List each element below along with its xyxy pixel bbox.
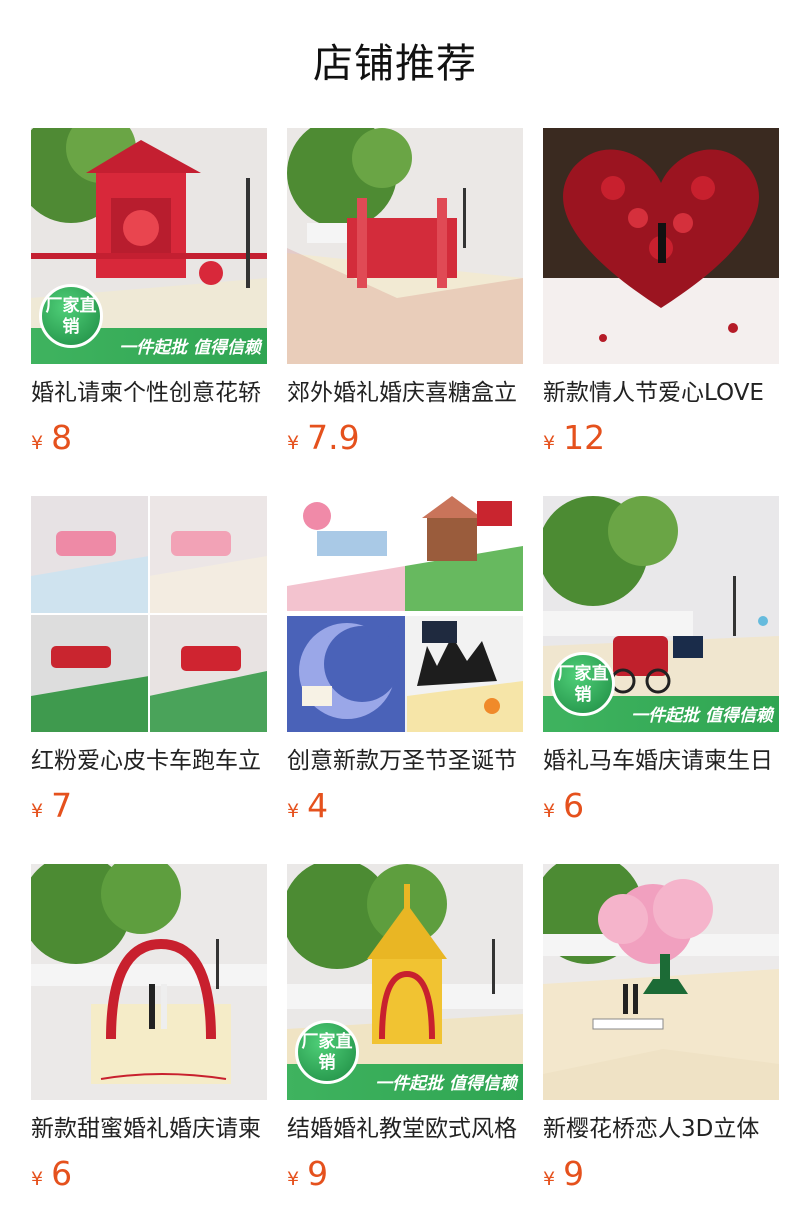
- product-image[interactable]: [543, 128, 779, 364]
- page-title: 店铺推荐: [313, 41, 477, 87]
- price-value: 6: [51, 1154, 73, 1193]
- product-name[interactable]: 新款情人节爱心LOVE: [543, 376, 779, 410]
- price-value: 9: [307, 1154, 329, 1193]
- product-price: ¥7.9: [287, 418, 360, 458]
- price-value: 12: [563, 418, 606, 457]
- product-image[interactable]: [31, 496, 267, 732]
- price-value: 6: [563, 786, 585, 825]
- price-value: 4: [307, 786, 329, 825]
- currency-symbol: ¥: [31, 800, 44, 822]
- promo-banner-text: 一件起批 值得信赖: [375, 1074, 517, 1094]
- product-name[interactable]: 新樱花桥恋人3D立体: [543, 1112, 779, 1146]
- product-image[interactable]: 一件起批 值得信赖 厂家直销: [543, 496, 779, 732]
- currency-symbol: ¥: [31, 432, 44, 454]
- factory-direct-badge: 厂家直销: [295, 1020, 359, 1084]
- currency-symbol: ¥: [543, 432, 556, 454]
- product-price: ¥9: [543, 1154, 584, 1194]
- promo-banner-text: 一件起批 值得信赖: [119, 338, 261, 358]
- product-price: ¥9: [287, 1154, 328, 1194]
- currency-symbol: ¥: [287, 800, 300, 822]
- product-image[interactable]: [287, 496, 523, 732]
- product-image[interactable]: 一件起批 值得信赖 厂家直销: [287, 864, 523, 1100]
- product-name[interactable]: 婚礼请柬个性创意花轿: [31, 376, 267, 410]
- factory-direct-badge: 厂家直销: [39, 284, 103, 348]
- product-image[interactable]: 一件起批 值得信赖 厂家直销: [31, 128, 267, 364]
- price-value: 8: [51, 418, 73, 457]
- product-price: ¥6: [31, 1154, 72, 1194]
- product-image[interactable]: [543, 864, 779, 1100]
- currency-symbol: ¥: [543, 800, 556, 822]
- product-price: ¥6: [543, 786, 584, 826]
- currency-symbol: ¥: [287, 432, 300, 454]
- product-price: ¥12: [543, 418, 605, 458]
- product-name[interactable]: 新款甜蜜婚礼婚庆请柬: [31, 1112, 267, 1146]
- currency-symbol: ¥: [31, 1168, 44, 1190]
- price-value: 9: [563, 1154, 585, 1193]
- product-name[interactable]: 结婚婚礼教堂欧式风格: [287, 1112, 523, 1146]
- product-image[interactable]: [31, 864, 267, 1100]
- price-value: 7.9: [307, 418, 360, 457]
- product-name[interactable]: 创意新款万圣节圣诞节: [287, 744, 523, 778]
- product-name[interactable]: 婚礼马车婚庆请柬生日: [543, 744, 779, 778]
- product-image[interactable]: [287, 128, 523, 364]
- promo-banner-text: 一件起批 值得信赖: [631, 706, 773, 726]
- product-name[interactable]: 郊外婚礼婚庆喜糖盒立: [287, 376, 523, 410]
- factory-direct-badge: 厂家直销: [551, 652, 615, 716]
- product-price: ¥4: [287, 786, 328, 826]
- product-name[interactable]: 红粉爱心皮卡车跑车立: [31, 744, 267, 778]
- currency-symbol: ¥: [287, 1168, 300, 1190]
- price-value: 7: [51, 786, 73, 825]
- product-price: ¥7: [31, 786, 72, 826]
- product-price: ¥8: [31, 418, 72, 458]
- currency-symbol: ¥: [543, 1168, 556, 1190]
